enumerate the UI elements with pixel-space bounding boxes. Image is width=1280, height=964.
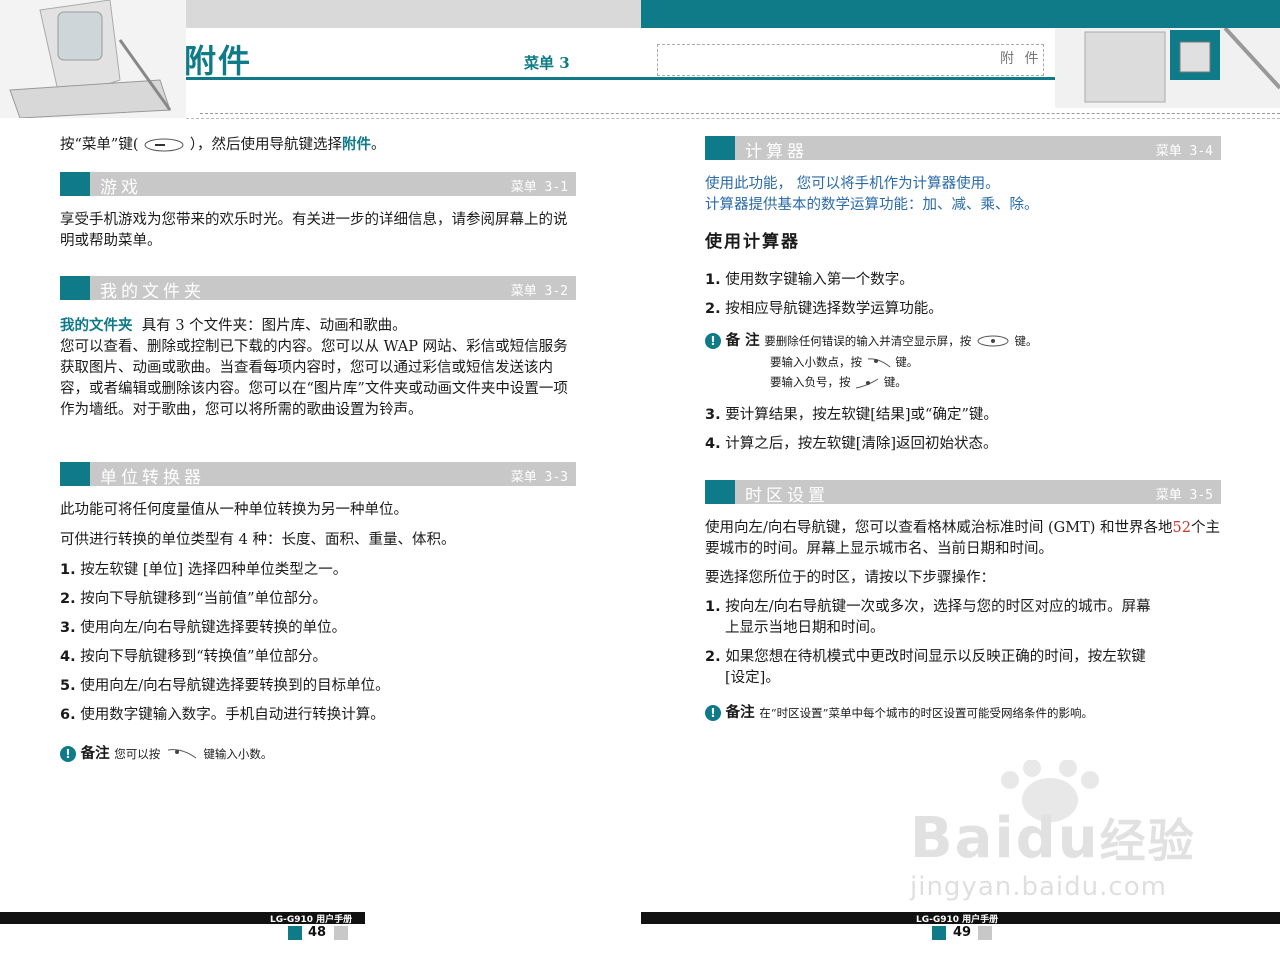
calc-intro-2: 计算器提供基本的数学运算功能：加、减、乘、除。 bbox=[705, 197, 1039, 213]
calc-subhead: 使用计算器 bbox=[705, 232, 800, 252]
section-bar-calculator: 计算器 菜单 3-4 bbox=[705, 136, 1221, 162]
calc-intro-1: 使用此功能， 您可以将手机作为计算器使用。 bbox=[705, 176, 1000, 192]
note-icon: ! bbox=[705, 333, 721, 349]
calc-note-2: 要输入小数点，按 键。 bbox=[770, 355, 919, 369]
star-key-icon bbox=[167, 749, 197, 759]
footer-square-left bbox=[288, 926, 302, 940]
footer-square-right bbox=[932, 926, 946, 940]
unit-p2: 可供进行转换的单位类型有 4 种：长度、面积、重量、体积。 bbox=[60, 532, 456, 548]
section-bar-games: 游戏 菜单 3-1 bbox=[60, 172, 576, 198]
page-number-right: 49 bbox=[953, 925, 972, 940]
clear-key-icon bbox=[977, 335, 1009, 347]
menu-key-icon bbox=[144, 138, 184, 152]
footer-square-left-2 bbox=[334, 926, 348, 940]
footer-square-right-2 bbox=[978, 926, 992, 940]
timezone-p2: 要选择您所位于的时区，请按以下步骤操作： bbox=[705, 570, 995, 586]
page-title: 附件 bbox=[184, 42, 253, 80]
unit-step-1: 1. 按左软键 [单位] 选择四种单位类型之一。 bbox=[60, 562, 348, 578]
unit-step-4: 4. 按向下导航键移到“转换值”单位部分。 bbox=[60, 649, 328, 665]
unit-step-5: 5. 使用向左/向右导航键选择要转换到的目标单位。 bbox=[60, 678, 390, 694]
my-folder-body: 我的文件夹 具有 3 个文件夹：图片库、动画和歌曲。 您可以查看、删除或控制已下… bbox=[60, 317, 568, 418]
header-grey-band bbox=[186, 0, 641, 28]
footer-label-right: LG-G910 用户手册 bbox=[916, 915, 999, 925]
star-key-icon bbox=[867, 358, 890, 368]
unit-note: ! 备注 您可以按 键输入小数。 bbox=[60, 743, 272, 765]
unit-step-3: 3. 使用向左/向右导航键选择要转换的单位。 bbox=[60, 620, 347, 636]
baidu-watermark: Baidu经验 jingyan.baidu.com bbox=[900, 759, 1200, 910]
hash-key-icon bbox=[856, 378, 879, 389]
timezone-step-1: 1. 按向左/向右导航键一次或多次，选择与您的时区对应的城市。屏幕 上显示当地日… bbox=[705, 599, 1151, 636]
timezone-p1: 使用向左/向右导航键，您可以查看格林威治标准时间 (GMT) 和世界各地52个主… bbox=[705, 520, 1220, 557]
games-body: 享受手机游戏为您带来的欢乐时光。有关进一步的详细信息，请参阅屏幕上的说明或帮助菜… bbox=[60, 212, 568, 249]
phone-illustration bbox=[0, 0, 186, 118]
intro-text: 按“菜单”键( ），然后使用导航键选择附件。 bbox=[60, 136, 386, 153]
calc-note: ! 备 注 要删除任何错误的输入并清空显示屏，按 键。 bbox=[705, 330, 1038, 352]
unit-p1: 此功能可将任何度量值从一种单位转换为另一种单位。 bbox=[60, 502, 408, 518]
header-dashed-rule bbox=[200, 113, 1280, 114]
timezone-step-2: 2. 如果您想在待机模式中更改时间显示以反映正确的时间，按左软键 [设定]。 bbox=[705, 649, 1146, 686]
calc-step-1: 1. 使用数字键输入第一个数字。 bbox=[705, 272, 914, 288]
footer-label-left: LG-G910 用户手册 bbox=[270, 915, 353, 925]
timezone-note: ! 备注 在“时区设置”菜单中每个城市的时区设置可能受网络条件的影响。 bbox=[705, 702, 1093, 724]
unit-step-6: 6. 使用数字键输入数字。手机自动进行转换计算。 bbox=[60, 707, 385, 723]
section-bar-unit-converter: 单位转换器 菜单 3-3 bbox=[60, 462, 576, 488]
unit-step-2: 2. 按向下导航键移到“当前值”单位部分。 bbox=[60, 591, 328, 607]
watermark-url: jingyan.baidu.com bbox=[910, 872, 1167, 902]
header-dashed-box bbox=[657, 44, 1044, 76]
header-menu-number: 菜单 3 bbox=[524, 54, 570, 72]
section-bar-timezone: 时区设置 菜单 3-5 bbox=[705, 480, 1221, 506]
header-right-label: 附 件 bbox=[1000, 51, 1042, 67]
header-right-illustration bbox=[1055, 28, 1280, 108]
calc-step-2: 2. 按相应导航键选择数学运算功能。 bbox=[705, 301, 943, 317]
note-icon: ! bbox=[705, 705, 721, 721]
watermark-brand: Baidu经验 bbox=[910, 806, 1196, 871]
header-dashed-rule-2 bbox=[186, 118, 1280, 119]
calc-step-3: 3. 要计算结果，按左软键[结果]或“确定”键。 bbox=[705, 407, 998, 423]
section-bar-my-folder: 我的文件夹 菜单 3-2 bbox=[60, 276, 576, 302]
note-icon: ! bbox=[60, 746, 76, 762]
header-teal-band bbox=[641, 0, 1280, 28]
calc-step-4: 4. 计算之后，按左软键[清除]返回初始状态。 bbox=[705, 436, 998, 452]
page-number-left: 48 bbox=[308, 925, 327, 940]
calc-note-3: 要输入负号，按 键。 bbox=[770, 375, 907, 389]
